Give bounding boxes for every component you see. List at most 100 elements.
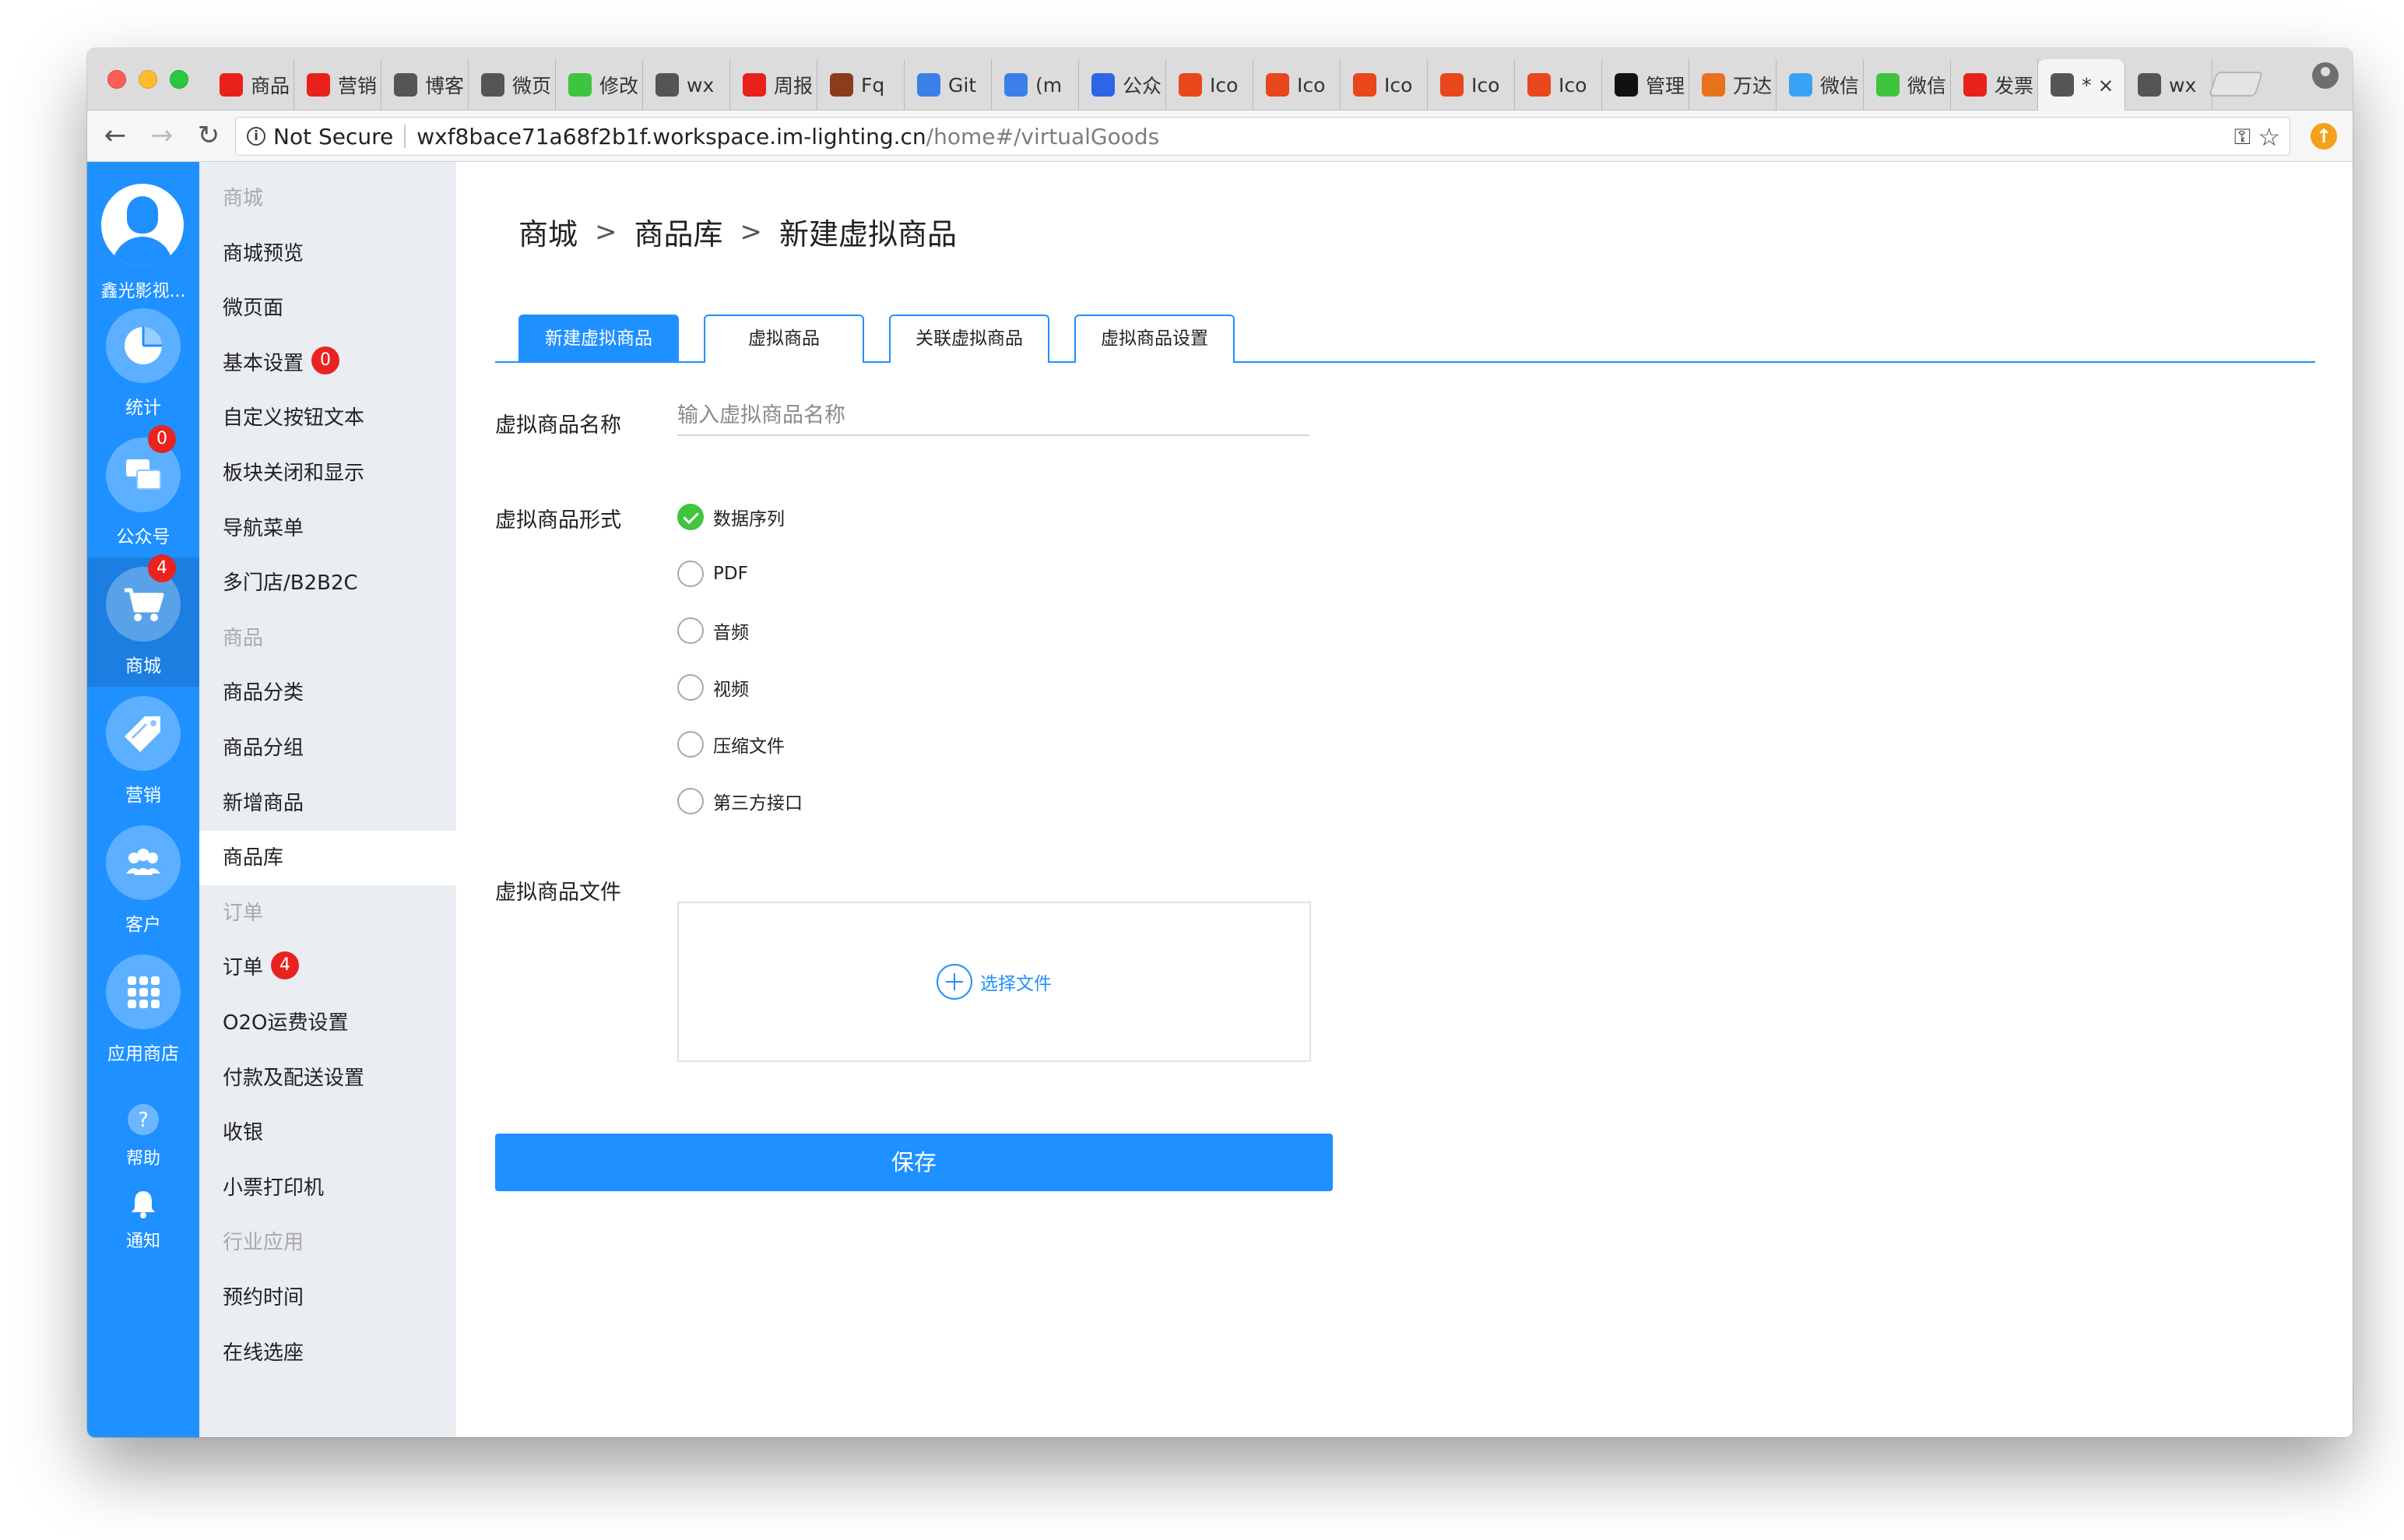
browser-tab[interactable]: * ×	[2038, 59, 2125, 111]
menu-item[interactable]: 多门店/B2B2C	[199, 556, 456, 610]
address-separator	[404, 125, 406, 148]
file-upload-area[interactable]: 选择文件	[677, 902, 1311, 1062]
menu-item[interactable]: O2O运费设置	[199, 996, 456, 1050]
sidebar-item-customers[interactable]: 客户	[87, 816, 199, 945]
bookmark-star-icon[interactable]: ☆	[2258, 122, 2280, 152]
menu-item[interactable]: 自定义按钮文本	[199, 391, 456, 445]
menu-item[interactable]: 商品分组	[199, 721, 456, 775]
key-icon[interactable]: ⚿	[2234, 124, 2251, 150]
browser-tab[interactable]: (m	[992, 59, 1079, 111]
breadcrumb-mall[interactable]: 商城	[518, 210, 578, 253]
tab-virtual-goods[interactable]: 虚拟商品	[704, 315, 864, 363]
menu-item-label: 行业应用	[223, 1231, 304, 1255]
zoom-window-button[interactable]	[170, 70, 188, 89]
browser-tab-label: (m	[1035, 73, 1063, 97]
stack-icon	[917, 73, 940, 97]
form-type-option[interactable]: 视频	[677, 672, 749, 703]
browser-tab[interactable]: Fq	[817, 59, 905, 111]
notify-button[interactable]: 通知	[87, 1188, 199, 1252]
menu-item[interactable]: 新增商品	[199, 776, 456, 831]
browser-tab[interactable]: 商品	[207, 59, 294, 111]
menu-item[interactable]: 收银	[199, 1106, 456, 1160]
menu-item[interactable]: 板块关闭和显示	[199, 446, 456, 501]
form-type-option[interactable]: 压缩文件	[677, 729, 785, 760]
browser-tab[interactable]: Ico	[1428, 59, 1515, 111]
form-type-option[interactable]: 第三方接口	[677, 786, 803, 817]
profile-icon[interactable]	[2312, 62, 2339, 89]
form-type-option[interactable]: 音频	[677, 615, 749, 646]
browser-tab[interactable]: 修改	[556, 59, 643, 111]
paw-icon	[1091, 73, 1115, 97]
radio-unchecked-icon[interactable]	[677, 788, 704, 814]
new-tab-button[interactable]	[2208, 72, 2264, 97]
tab-new-virtual-goods[interactable]: 新建虚拟商品	[518, 315, 679, 363]
menu-item[interactable]: 订单 4	[199, 941, 456, 995]
chevron-right-icon: >	[595, 216, 617, 248]
tab-virtual-goods-settings[interactable]: 虚拟商品设置	[1074, 315, 1235, 363]
menu-item[interactable]: 商城预览	[199, 227, 456, 281]
radio-checked-icon[interactable]	[677, 504, 704, 530]
browser-tab-label: * ×	[2082, 73, 2114, 97]
minimize-window-button[interactable]	[139, 70, 157, 89]
browser-tab[interactable]: Ico	[1166, 59, 1253, 111]
save-button[interactable]: 保存	[495, 1134, 1333, 1191]
browser-tab[interactable]: 博客	[381, 59, 469, 111]
chevron-right-icon: >	[740, 216, 763, 248]
back-arrow-icon[interactable]: ←	[100, 120, 131, 151]
reload-icon[interactable]: ↻	[193, 120, 224, 151]
extension-icon[interactable]: ↑	[2311, 123, 2337, 149]
radio-unchecked-icon[interactable]	[677, 731, 704, 758]
browser-tab[interactable]: 微信	[1777, 59, 1864, 111]
browser-tab[interactable]: Ico	[1515, 59, 1602, 111]
browser-tab-label: 发票	[1995, 75, 2034, 97]
menu-item[interactable]: 导航菜单	[199, 501, 456, 556]
browser-tab-label: 微页	[512, 75, 552, 97]
browser-tab[interactable]: 万达	[1689, 59, 1777, 111]
browser-tab[interactable]: 营销	[294, 59, 381, 111]
browser-tab[interactable]: wx	[2125, 59, 2212, 111]
tab-linked-virtual-goods[interactable]: 关联虚拟商品	[889, 315, 1049, 363]
avatar[interactable]	[101, 184, 184, 266]
browser-tab-label: 万达	[1733, 75, 1773, 97]
browser-tab[interactable]: 微页	[469, 59, 556, 111]
menu-item-label: 商品库	[223, 846, 284, 870]
menu-item[interactable]: 在线选座	[199, 1326, 456, 1380]
sidebar-item-stats[interactable]: 统计	[87, 299, 199, 428]
sidebar-item-marketing[interactable]: 营销	[87, 687, 199, 816]
stack-icon	[1004, 73, 1028, 97]
browser-tab[interactable]: Ico	[1253, 59, 1341, 111]
shield-icon	[1527, 73, 1551, 97]
form-type-option[interactable]: 数据序列	[677, 501, 785, 533]
breadcrumb-product-library[interactable]: 商品库	[634, 210, 723, 253]
form-type-option[interactable]: PDF	[677, 558, 748, 589]
menu-item[interactable]: 微页面	[199, 281, 456, 336]
menu-item[interactable]: 商品分类	[199, 666, 456, 720]
menu-item[interactable]: 基本设置 0	[199, 336, 456, 391]
address-bar[interactable]: i Not Secure wxf8bace71a68f2b1f.workspac…	[235, 117, 2290, 156]
forward-arrow-icon[interactable]: →	[146, 120, 177, 151]
browser-tab[interactable]: 发票	[1951, 59, 2038, 111]
form-type-option-label: 压缩文件	[713, 737, 785, 757]
browser-tab[interactable]: wx	[643, 59, 730, 111]
sidebar-item-official-account[interactable]: 0 公众号	[87, 425, 199, 557]
page-tabs: 新建虚拟商品 虚拟商品 关联虚拟商品 虚拟商品设置	[495, 315, 2315, 363]
close-window-button[interactable]	[107, 70, 126, 89]
help-button[interactable]: ? 帮助	[87, 1102, 199, 1169]
info-icon[interactable]: i	[247, 127, 265, 146]
menu-item[interactable]: 小票打印机	[199, 1161, 456, 1215]
browser-tab[interactable]: 微信	[1864, 59, 1951, 111]
radio-unchecked-icon[interactable]	[677, 561, 704, 587]
radio-unchecked-icon[interactable]	[677, 674, 704, 701]
menu-item[interactable]: 付款及配送设置	[199, 1051, 456, 1106]
browser-tab[interactable]: 周报	[730, 59, 817, 111]
menu-item[interactable]: 商品库	[199, 831, 456, 886]
browser-tab[interactable]: Ico	[1341, 59, 1428, 111]
sidebar-item-mall[interactable]: 4 商城	[87, 554, 199, 687]
browser-tab[interactable]: Git	[905, 59, 992, 111]
sidebar-item-app-store[interactable]: 应用商店	[87, 945, 199, 1074]
virtual-goods-name-input[interactable]	[677, 396, 1309, 436]
radio-unchecked-icon[interactable]	[677, 617, 704, 644]
browser-tab[interactable]: 公众	[1079, 59, 1166, 111]
browser-tab[interactable]: 管理	[1602, 59, 1689, 111]
menu-item[interactable]: 预约时间	[199, 1271, 456, 1325]
